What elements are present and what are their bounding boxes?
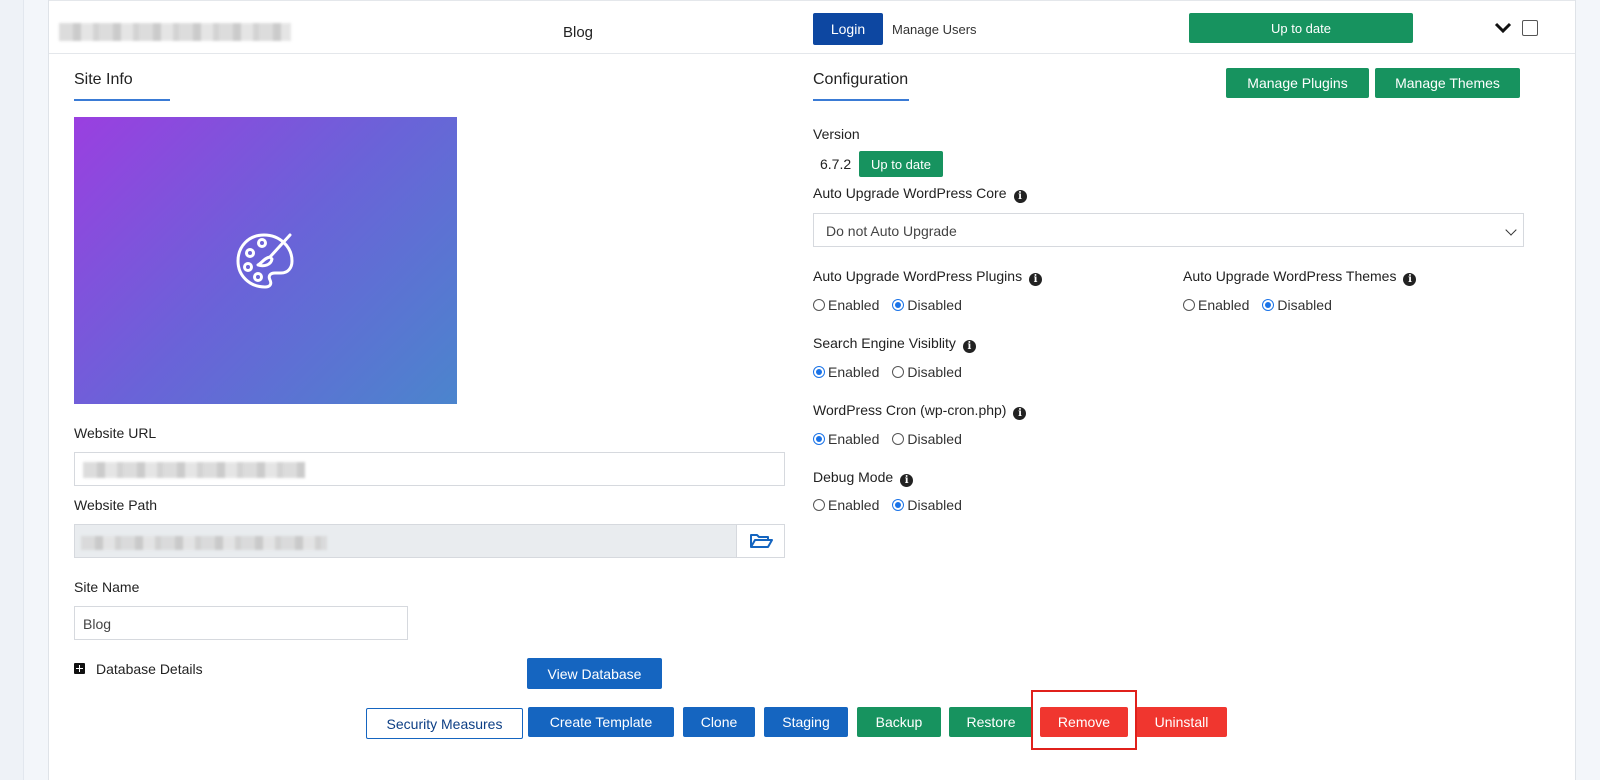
radio-button[interactable]: [813, 499, 825, 511]
cron-label: WordPress Cron (wp-cron.php) i: [813, 402, 1027, 420]
website-path-field[interactable]: [74, 524, 785, 558]
auto-upgrade-plugins-text: Auto Upgrade WordPress Plugins: [813, 268, 1023, 284]
site-title: Blog: [563, 24, 594, 41]
site-header-row: Blog Login Manage Users Up to date: [49, 0, 1575, 54]
debug-mode-label: Debug Mode i: [813, 469, 914, 487]
plugins-enabled-option[interactable]: Enabled: [813, 297, 879, 313]
radio-button-selected[interactable]: [1262, 299, 1275, 311]
auto-upgrade-themes-radios: Enabled Disabled: [1183, 297, 1345, 313]
staging-button[interactable]: Staging: [764, 707, 848, 737]
website-url-field[interactable]: [74, 452, 785, 486]
option-label: Disabled: [907, 497, 962, 513]
themes-enabled-option[interactable]: Enabled: [1183, 297, 1249, 313]
view-database-button[interactable]: View Database: [527, 658, 662, 689]
folder-open-icon: [749, 534, 773, 548]
configuration-underline: [813, 99, 909, 101]
themes-disabled-option[interactable]: Disabled: [1262, 297, 1332, 313]
website-url-redacted: [83, 462, 305, 478]
info-icon[interactable]: i: [1013, 407, 1027, 420]
info-icon[interactable]: i: [962, 340, 976, 353]
plus-square-icon[interactable]: [74, 663, 85, 674]
palette-icon: [236, 233, 293, 288]
debug-disabled-option[interactable]: Disabled: [892, 497, 962, 513]
site-domain-redacted: [59, 23, 291, 41]
cron-text: WordPress Cron (wp-cron.php): [813, 402, 1007, 418]
manage-users-link[interactable]: Manage Users: [892, 22, 977, 37]
cron-radios: Enabled Disabled: [813, 431, 975, 447]
option-label: Disabled: [907, 431, 962, 447]
security-measures-button[interactable]: Security Measures: [366, 708, 523, 739]
auto-upgrade-core-text: Auto Upgrade WordPress Core: [813, 185, 1007, 201]
database-details-toggle[interactable]: Database Details: [96, 661, 203, 677]
option-label: Disabled: [907, 297, 962, 313]
radio-button-selected[interactable]: [892, 299, 905, 311]
radio-button[interactable]: [813, 299, 825, 311]
auto-upgrade-plugins-label: Auto Upgrade WordPress Plugins i: [813, 268, 1043, 286]
auto-upgrade-plugins-radios: Enabled Disabled: [813, 297, 975, 313]
chevron-down-icon: [1505, 224, 1517, 236]
option-label: Enabled: [828, 497, 880, 513]
version-value: 6.7.2: [820, 156, 852, 172]
plugins-disabled-option[interactable]: Disabled: [892, 297, 962, 313]
restore-button[interactable]: Restore: [949, 707, 1033, 737]
option-label: Enabled: [828, 431, 880, 447]
radio-button[interactable]: [892, 366, 905, 378]
backup-button[interactable]: Backup: [857, 707, 941, 737]
option-label: Enabled: [828, 364, 880, 380]
left-sidebar-strip: [0, 0, 24, 780]
auto-upgrade-core-value: Do not Auto Upgrade: [826, 223, 957, 239]
update-status-button[interactable]: Up to date: [1189, 13, 1413, 43]
site-card: Blog Login Manage Users Up to date Site …: [48, 0, 1576, 780]
auto-upgrade-themes-label: Auto Upgrade WordPress Themes i: [1183, 268, 1417, 286]
manage-themes-button[interactable]: Manage Themes: [1375, 68, 1520, 98]
search-visibility-label: Search Engine Visiblity i: [813, 335, 976, 353]
website-path-redacted: [81, 536, 327, 550]
radio-button-selected[interactable]: [813, 433, 825, 445]
radio-button-selected[interactable]: [813, 366, 825, 378]
cron-enabled-option[interactable]: Enabled: [813, 431, 879, 447]
auto-upgrade-themes-text: Auto Upgrade WordPress Themes: [1183, 268, 1397, 284]
site-name-value: Blog: [83, 616, 112, 632]
info-icon[interactable]: i: [900, 474, 914, 487]
auto-upgrade-core-label: Auto Upgrade WordPress Core i: [813, 185, 1027, 203]
create-template-button[interactable]: Create Template: [528, 707, 674, 737]
manage-plugins-button[interactable]: Manage Plugins: [1226, 68, 1369, 98]
site-select-checkbox[interactable]: [1522, 20, 1538, 36]
search-enabled-option[interactable]: Enabled: [813, 364, 879, 380]
info-icon[interactable]: i: [1403, 273, 1417, 286]
site-name-label: Site Name: [74, 579, 140, 595]
search-visibility-radios: Enabled Disabled: [813, 364, 975, 380]
option-label: Enabled: [828, 297, 880, 313]
radio-button[interactable]: [1183, 299, 1195, 311]
search-disabled-option[interactable]: Disabled: [892, 364, 962, 380]
browse-folder-button[interactable]: [736, 525, 784, 557]
radio-button-selected[interactable]: [892, 499, 905, 511]
option-label: Disabled: [907, 364, 962, 380]
debug-enabled-option[interactable]: Enabled: [813, 497, 879, 513]
version-label: Version: [813, 126, 860, 142]
site-name-field[interactable]: Blog: [74, 606, 408, 640]
version-status-button[interactable]: Up to date: [859, 151, 943, 177]
option-label: Disabled: [1277, 297, 1332, 313]
option-label: Enabled: [1198, 297, 1250, 313]
chevron-down-icon[interactable]: [1493, 20, 1513, 36]
radio-button[interactable]: [892, 433, 905, 445]
search-visibility-text: Search Engine Visiblity: [813, 335, 956, 351]
info-icon[interactable]: i: [1013, 190, 1027, 203]
info-icon[interactable]: i: [1029, 273, 1043, 286]
uninstall-button[interactable]: Uninstall: [1136, 707, 1227, 737]
site-info-heading: Site Info: [74, 71, 133, 88]
cron-disabled-option[interactable]: Disabled: [892, 431, 962, 447]
website-url-label: Website URL: [74, 425, 157, 441]
website-path-label: Website Path: [74, 497, 158, 513]
configuration-heading: Configuration: [813, 71, 909, 88]
site-info-underline: [74, 99, 170, 101]
auto-upgrade-core-select[interactable]: Do not Auto Upgrade: [813, 213, 1524, 247]
remove-button-highlight: [1031, 690, 1137, 750]
debug-mode-text: Debug Mode: [813, 469, 894, 485]
site-thumbnail: [74, 117, 457, 404]
login-button[interactable]: Login: [813, 13, 883, 45]
debug-mode-radios: Enabled Disabled: [813, 497, 975, 513]
clone-button[interactable]: Clone: [683, 707, 755, 737]
